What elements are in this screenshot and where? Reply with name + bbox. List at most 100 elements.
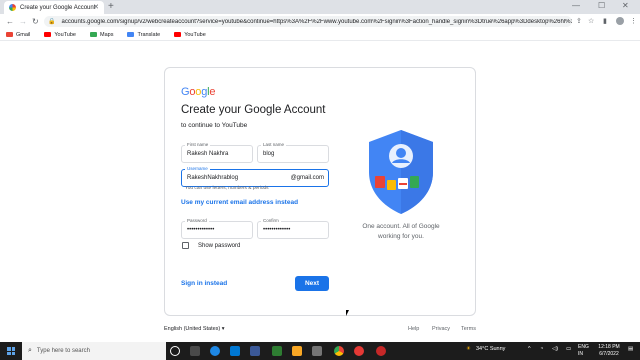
footer-terms-link[interactable]: Terms xyxy=(461,326,476,332)
signup-card: Google Create your Google Account to con… xyxy=(164,67,476,316)
battery-icon[interactable]: ▭ xyxy=(566,346,571,352)
sign-in-instead-link[interactable]: Sign in instead xyxy=(181,280,227,287)
bookmark-label: YouTube xyxy=(184,31,206,38)
bookmark-label: Maps xyxy=(100,31,114,38)
input-language[interactable]: ENG IN xyxy=(578,344,589,358)
page-title: Create your Google Account xyxy=(181,104,326,116)
confirm-value: ••••••••••••• xyxy=(263,227,291,233)
task-view-icon[interactable] xyxy=(190,346,200,356)
close-window-icon[interactable]: ✕ xyxy=(622,1,629,10)
taskbar: ⌕ Type here to search ☀ 34°C Sunny ^ ◔ ◁… xyxy=(0,342,640,360)
page-subtitle: to continue to YouTube xyxy=(181,122,248,129)
tagline: One account. All of Google working for y… xyxy=(362,223,440,240)
url-text: accounts.google.com/signup/v2/webcreatea… xyxy=(61,18,572,25)
clock-time: 12:18 PM xyxy=(598,344,620,350)
translate-icon xyxy=(127,32,135,37)
share-icon[interactable]: ⇪ xyxy=(576,17,582,25)
last-name-label: Last name xyxy=(261,142,287,147)
confirm-label: Confirm xyxy=(261,218,281,223)
youtube-icon xyxy=(174,32,182,37)
bookmarks-bar: Gmail YouTube Maps Translate YouTube xyxy=(0,29,640,41)
bookmark-youtube-2[interactable]: YouTube xyxy=(174,32,206,38)
username-field[interactable]: Username RakeshNakhrablog @gmail.com xyxy=(181,166,329,187)
tab-close-icon[interactable]: ✕ xyxy=(93,3,99,11)
lang-code: ENG xyxy=(578,344,589,350)
forward-icon[interactable]: → xyxy=(19,16,27,27)
mouse-cursor xyxy=(346,310,349,316)
password-value: ••••••••••••• xyxy=(187,227,215,233)
tab-strip: Create your Google Account ✕ + — ☐ ✕ xyxy=(0,0,640,14)
address-bar[interactable]: 🔒 accounts.google.com/signup/v2/webcreat… xyxy=(44,16,572,27)
weather-icon: ☀ xyxy=(466,346,471,352)
back-icon[interactable]: ← xyxy=(6,16,14,27)
dropdown-caret-icon: ▾ xyxy=(221,326,225,332)
bookmark-maps[interactable]: Maps xyxy=(90,32,113,38)
gmail-suffix: @gmail.com xyxy=(290,175,324,181)
region-code: IN xyxy=(578,351,583,357)
sidebar-icon[interactable]: ▮ xyxy=(603,17,607,25)
maps-icon xyxy=(90,32,97,37)
first-name-label: First name xyxy=(185,142,211,147)
tab-title: Create your Google Account xyxy=(20,4,96,11)
bookmark-translate[interactable]: Translate xyxy=(127,32,160,38)
password-field[interactable]: Password ••••••••••••• xyxy=(181,218,253,239)
search-icon: ⌕ xyxy=(28,347,32,354)
gmail-icon xyxy=(6,32,13,37)
taskbar-search[interactable]: ⌕ Type here to search xyxy=(22,342,166,360)
bookmark-gmail[interactable]: Gmail xyxy=(6,32,30,38)
tab-create-account[interactable]: Create your Google Account ✕ xyxy=(4,1,104,14)
bookmark-label: Translate xyxy=(137,31,161,38)
volume-icon[interactable]: ◁) xyxy=(552,346,558,352)
profile-avatar[interactable] xyxy=(616,17,624,25)
reload-icon[interactable]: ↻ xyxy=(32,16,39,27)
clock[interactable]: 12:18 PM 6/7/2022 xyxy=(594,344,624,358)
app-icon[interactable] xyxy=(376,346,386,356)
footer-help-link[interactable]: Help xyxy=(408,326,419,332)
file-explorer-icon[interactable] xyxy=(292,346,302,356)
notifications-icon[interactable]: ▤ xyxy=(628,346,633,352)
menu-kebab-icon[interactable]: ⋮ xyxy=(630,17,637,25)
taskbar-search-placeholder: Type here to search xyxy=(36,348,90,354)
footer-privacy-link[interactable]: Privacy xyxy=(432,326,450,332)
chrome-icon[interactable] xyxy=(334,346,344,356)
weather-text[interactable]: 34°C Sunny xyxy=(476,346,505,352)
show-password-checkbox[interactable] xyxy=(182,242,189,249)
bookmark-youtube[interactable]: YouTube xyxy=(44,32,76,38)
first-name-value: Rakesh Nakhra xyxy=(187,151,229,157)
first-name-field[interactable]: First name Rakesh Nakhra xyxy=(181,142,253,163)
show-password-label: Show password xyxy=(198,243,241,249)
next-button[interactable]: Next xyxy=(295,276,329,291)
google-logo: Google xyxy=(181,86,216,98)
last-name-field[interactable]: Last name blog xyxy=(257,142,329,163)
google-favicon-icon xyxy=(9,4,16,11)
clock-date: 6/7/2022 xyxy=(599,351,619,357)
browser-toolbar: ← → ↻ 🔒 accounts.google.com/signup/v2/we… xyxy=(0,14,640,29)
edge-icon[interactable] xyxy=(210,346,220,356)
language-label: English (United States) xyxy=(164,326,221,332)
last-name-value: blog xyxy=(263,151,275,157)
youtube-icon xyxy=(44,32,52,37)
username-label: Username xyxy=(185,166,210,171)
minimize-icon[interactable]: — xyxy=(572,1,580,10)
lock-icon: 🔒 xyxy=(48,19,56,25)
windows-start-icon[interactable] xyxy=(7,347,15,355)
confirm-password-field[interactable]: Confirm ••••••••••••• xyxy=(257,218,329,239)
bookmark-star-icon[interactable]: ☆ xyxy=(588,17,594,25)
username-hint: You can use letters, numbers & periods xyxy=(185,186,269,191)
app-icon[interactable] xyxy=(272,346,282,356)
store-icon[interactable] xyxy=(230,346,240,356)
bookmark-label: YouTube xyxy=(54,31,76,38)
use-current-email-link[interactable]: Use my current email address instead xyxy=(181,199,298,206)
new-tab-icon[interactable]: + xyxy=(108,1,114,13)
password-label: Password xyxy=(185,218,209,223)
tray-chevron-icon[interactable]: ^ xyxy=(528,346,531,352)
cortana-icon[interactable] xyxy=(170,346,180,356)
maximize-icon[interactable]: ☐ xyxy=(598,1,605,10)
language-selector[interactable]: English (United States) ▾ xyxy=(164,326,225,332)
app-icon[interactable] xyxy=(354,346,364,356)
account-shield-illustration xyxy=(369,130,433,214)
bookmark-label: Gmail xyxy=(16,31,31,38)
app-icon[interactable] xyxy=(250,346,260,356)
network-icon[interactable]: ◔ xyxy=(540,346,543,352)
camera-icon[interactable] xyxy=(312,346,322,356)
